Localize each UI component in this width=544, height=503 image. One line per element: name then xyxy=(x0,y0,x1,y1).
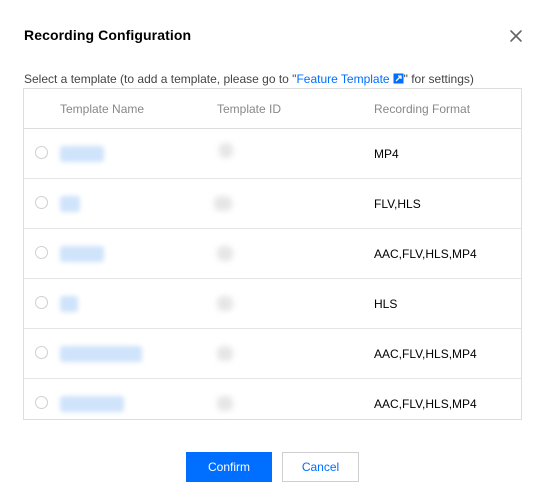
recording-format: AAC,FLV,HLS,MP4 xyxy=(374,247,477,261)
template-name-redacted xyxy=(60,196,80,212)
template-id-redacted xyxy=(217,346,233,361)
table-row[interactable]: AAC,FLV,HLS,MP4 xyxy=(24,229,521,279)
recording-configuration-dialog: Recording Configuration Select a templat… xyxy=(0,0,544,503)
template-name-redacted xyxy=(60,396,124,412)
template-name-redacted xyxy=(60,296,78,312)
table-row[interactable]: MP4 xyxy=(24,129,521,179)
template-name-redacted xyxy=(60,246,104,262)
template-id-redacted xyxy=(217,246,233,261)
table-row[interactable]: AAC,FLV,HLS,MP4 xyxy=(24,329,521,379)
external-link-icon xyxy=(393,73,404,84)
template-id-redacted xyxy=(219,143,233,158)
dialog-title: Recording Configuration xyxy=(24,27,192,43)
instruction-suffix: " for settings) xyxy=(403,72,474,86)
table-row[interactable]: HLS xyxy=(24,279,521,329)
table-row[interactable]: FLV,HLS xyxy=(24,179,521,229)
feature-template-link[interactable]: Feature Template xyxy=(296,72,404,86)
feature-template-link-label: Feature Template xyxy=(296,72,390,86)
radio-button[interactable] xyxy=(35,146,48,159)
radio-button[interactable] xyxy=(35,296,48,309)
header-template-id: Template ID xyxy=(217,102,282,116)
radio-button[interactable] xyxy=(35,346,48,359)
recording-format: MP4 xyxy=(374,147,399,161)
radio-button[interactable] xyxy=(35,196,48,209)
instruction-text: Select a template (to add a template, pl… xyxy=(24,72,474,86)
confirm-button[interactable]: Confirm xyxy=(186,452,272,482)
recording-format: AAC,FLV,HLS,MP4 xyxy=(374,397,477,411)
radio-button[interactable] xyxy=(35,246,48,259)
table-row[interactable]: AAC,FLV,HLS,MP4 xyxy=(24,379,521,428)
header-template-name: Template Name xyxy=(60,102,145,116)
cancel-button[interactable]: Cancel xyxy=(282,452,359,482)
template-name-redacted xyxy=(60,346,142,362)
table-header: Template Name Template ID Recording Form… xyxy=(24,89,521,129)
instruction-prefix: Select a template (to add a template, pl… xyxy=(24,72,297,86)
close-icon[interactable] xyxy=(508,28,524,44)
template-name-redacted xyxy=(60,146,104,162)
header-recording-format: Recording Format xyxy=(374,102,471,116)
recording-format: FLV,HLS xyxy=(374,197,421,211)
template-table: Template Name Template ID Recording Form… xyxy=(23,88,522,420)
recording-format: AAC,FLV,HLS,MP4 xyxy=(374,347,477,361)
template-id-redacted xyxy=(217,296,233,311)
template-id-redacted xyxy=(217,396,233,411)
recording-format: HLS xyxy=(374,297,398,311)
template-id-redacted xyxy=(214,196,232,211)
radio-button[interactable] xyxy=(35,396,48,409)
